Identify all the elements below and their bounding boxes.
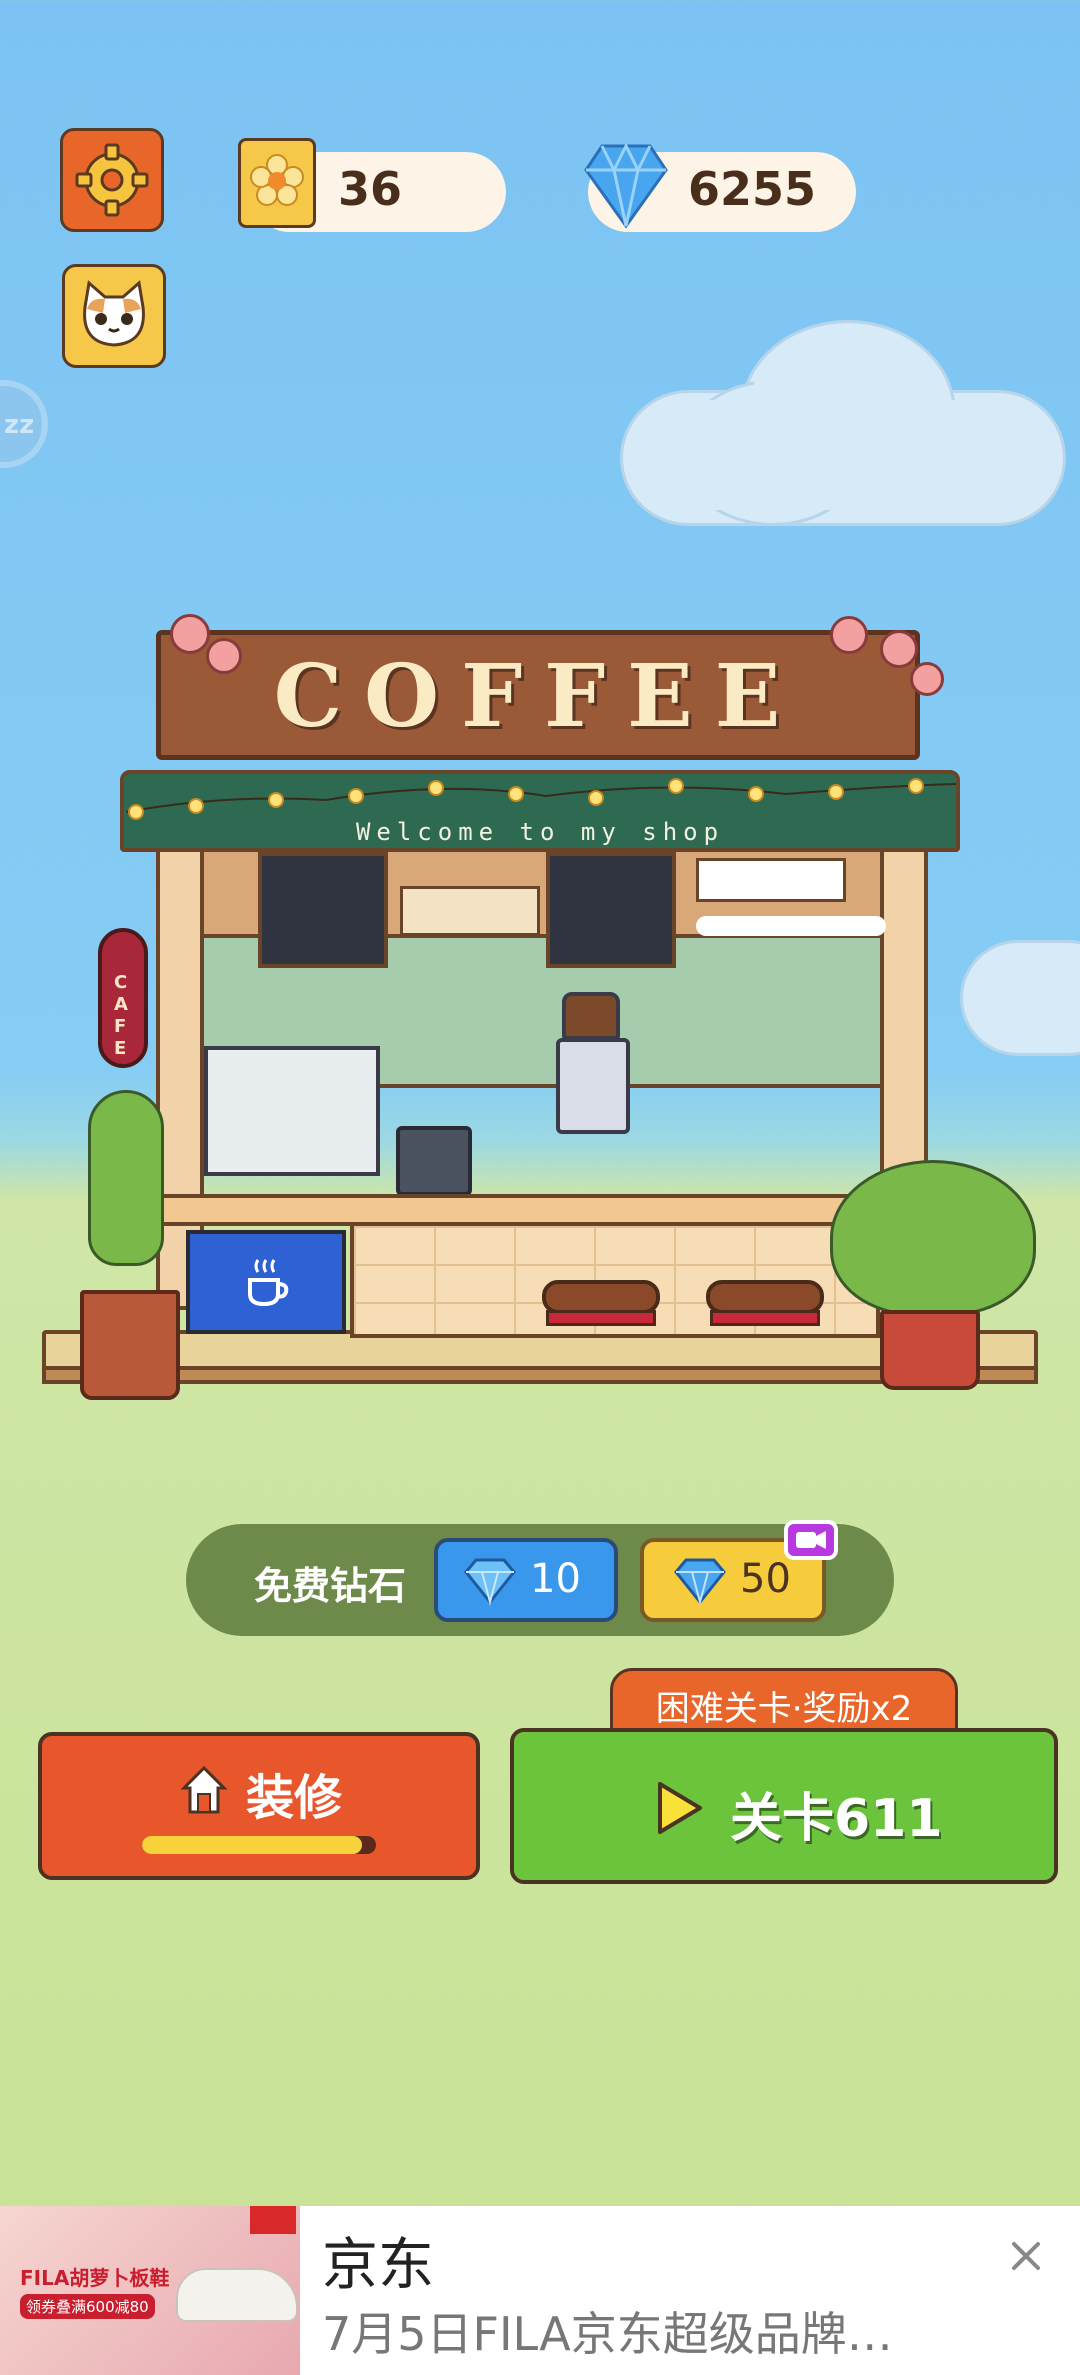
menu-board — [258, 852, 388, 968]
flower-icon — [238, 138, 316, 228]
level-button[interactable]: 关卡611 — [510, 1728, 1058, 1884]
ad-image[interactable]: FILA胡萝卜板鞋 领券叠满600减80 — [0, 2206, 300, 2375]
decorate-button[interactable]: 装修 — [38, 1732, 480, 1880]
diamond-icon — [464, 1558, 516, 1606]
stool — [706, 1280, 824, 1336]
cash-register — [396, 1126, 472, 1196]
cafe-side-sign: CAFE — [98, 928, 148, 1068]
close-icon[interactable] — [1006, 2236, 1046, 2276]
flower-decor — [160, 610, 242, 674]
free-gems-10-amount: 10 — [530, 1556, 581, 1602]
flower-decor — [810, 610, 950, 696]
menu-board — [546, 852, 676, 968]
play-icon — [658, 1782, 702, 1834]
blue-panel — [186, 1230, 346, 1334]
pastry-case — [204, 1046, 380, 1176]
coffee-shop[interactable]: Welcome to my shop COFFEE CAFE — [30, 590, 1050, 1450]
hard-level-banner-text: 困难关卡·奖励x2 — [655, 1689, 913, 1729]
ad-image-subtext: 领券叠满600减80 — [20, 2294, 155, 2319]
gear-icon — [75, 143, 149, 217]
espresso-machine — [556, 1038, 630, 1134]
stool — [542, 1280, 660, 1336]
coffee-sign-text: COFFEE — [273, 646, 803, 747]
home-icon — [180, 1765, 228, 1814]
cat-face-icon — [83, 280, 145, 347]
hard-level-banner: 困难关卡·奖励x2 — [610, 1668, 958, 1732]
decorate-button-label: 装修 — [246, 1770, 343, 1826]
cloud — [620, 320, 1066, 530]
gem-count: 6255 — [688, 162, 817, 216]
free-gems-label: 免费钻石 — [254, 1564, 407, 1608]
ad-banner[interactable]: FILA胡萝卜板鞋 领券叠满600减80 京东 7月5日FILA京东超级品牌… — [0, 2206, 1080, 2375]
ad-image-text: FILA胡萝卜板鞋 — [20, 2266, 170, 2290]
sleep-bubble[interactable]: zz — [0, 380, 48, 468]
potted-tree — [830, 1160, 1036, 1400]
flower-count: 36 — [338, 162, 403, 216]
ad-shoe-image — [176, 2268, 298, 2322]
coffee-cup-icon — [248, 1259, 289, 1307]
cat-profile-button[interactable] — [62, 264, 166, 368]
free-gems-10-button[interactable]: 10 — [434, 1538, 618, 1622]
potted-plant — [70, 1090, 190, 1400]
ad-subtitle[interactable]: 7月5日FILA京东超级品牌… — [322, 2298, 1062, 2364]
ad-title[interactable]: 京东 — [322, 2220, 434, 2301]
free-gems-video-amount: 50 — [740, 1556, 791, 1602]
diamond-icon — [584, 142, 668, 229]
video-ad-icon — [784, 1520, 838, 1560]
diamond-icon — [674, 1558, 726, 1606]
decorate-progress-track — [142, 1836, 376, 1854]
cafe-side-sign-text: CAFE — [114, 972, 128, 1059]
level-button-label: 关卡611 — [730, 1789, 943, 1849]
settings-button[interactable] — [60, 128, 164, 232]
string-lights — [126, 778, 956, 820]
decorate-progress-fill — [142, 1836, 362, 1854]
